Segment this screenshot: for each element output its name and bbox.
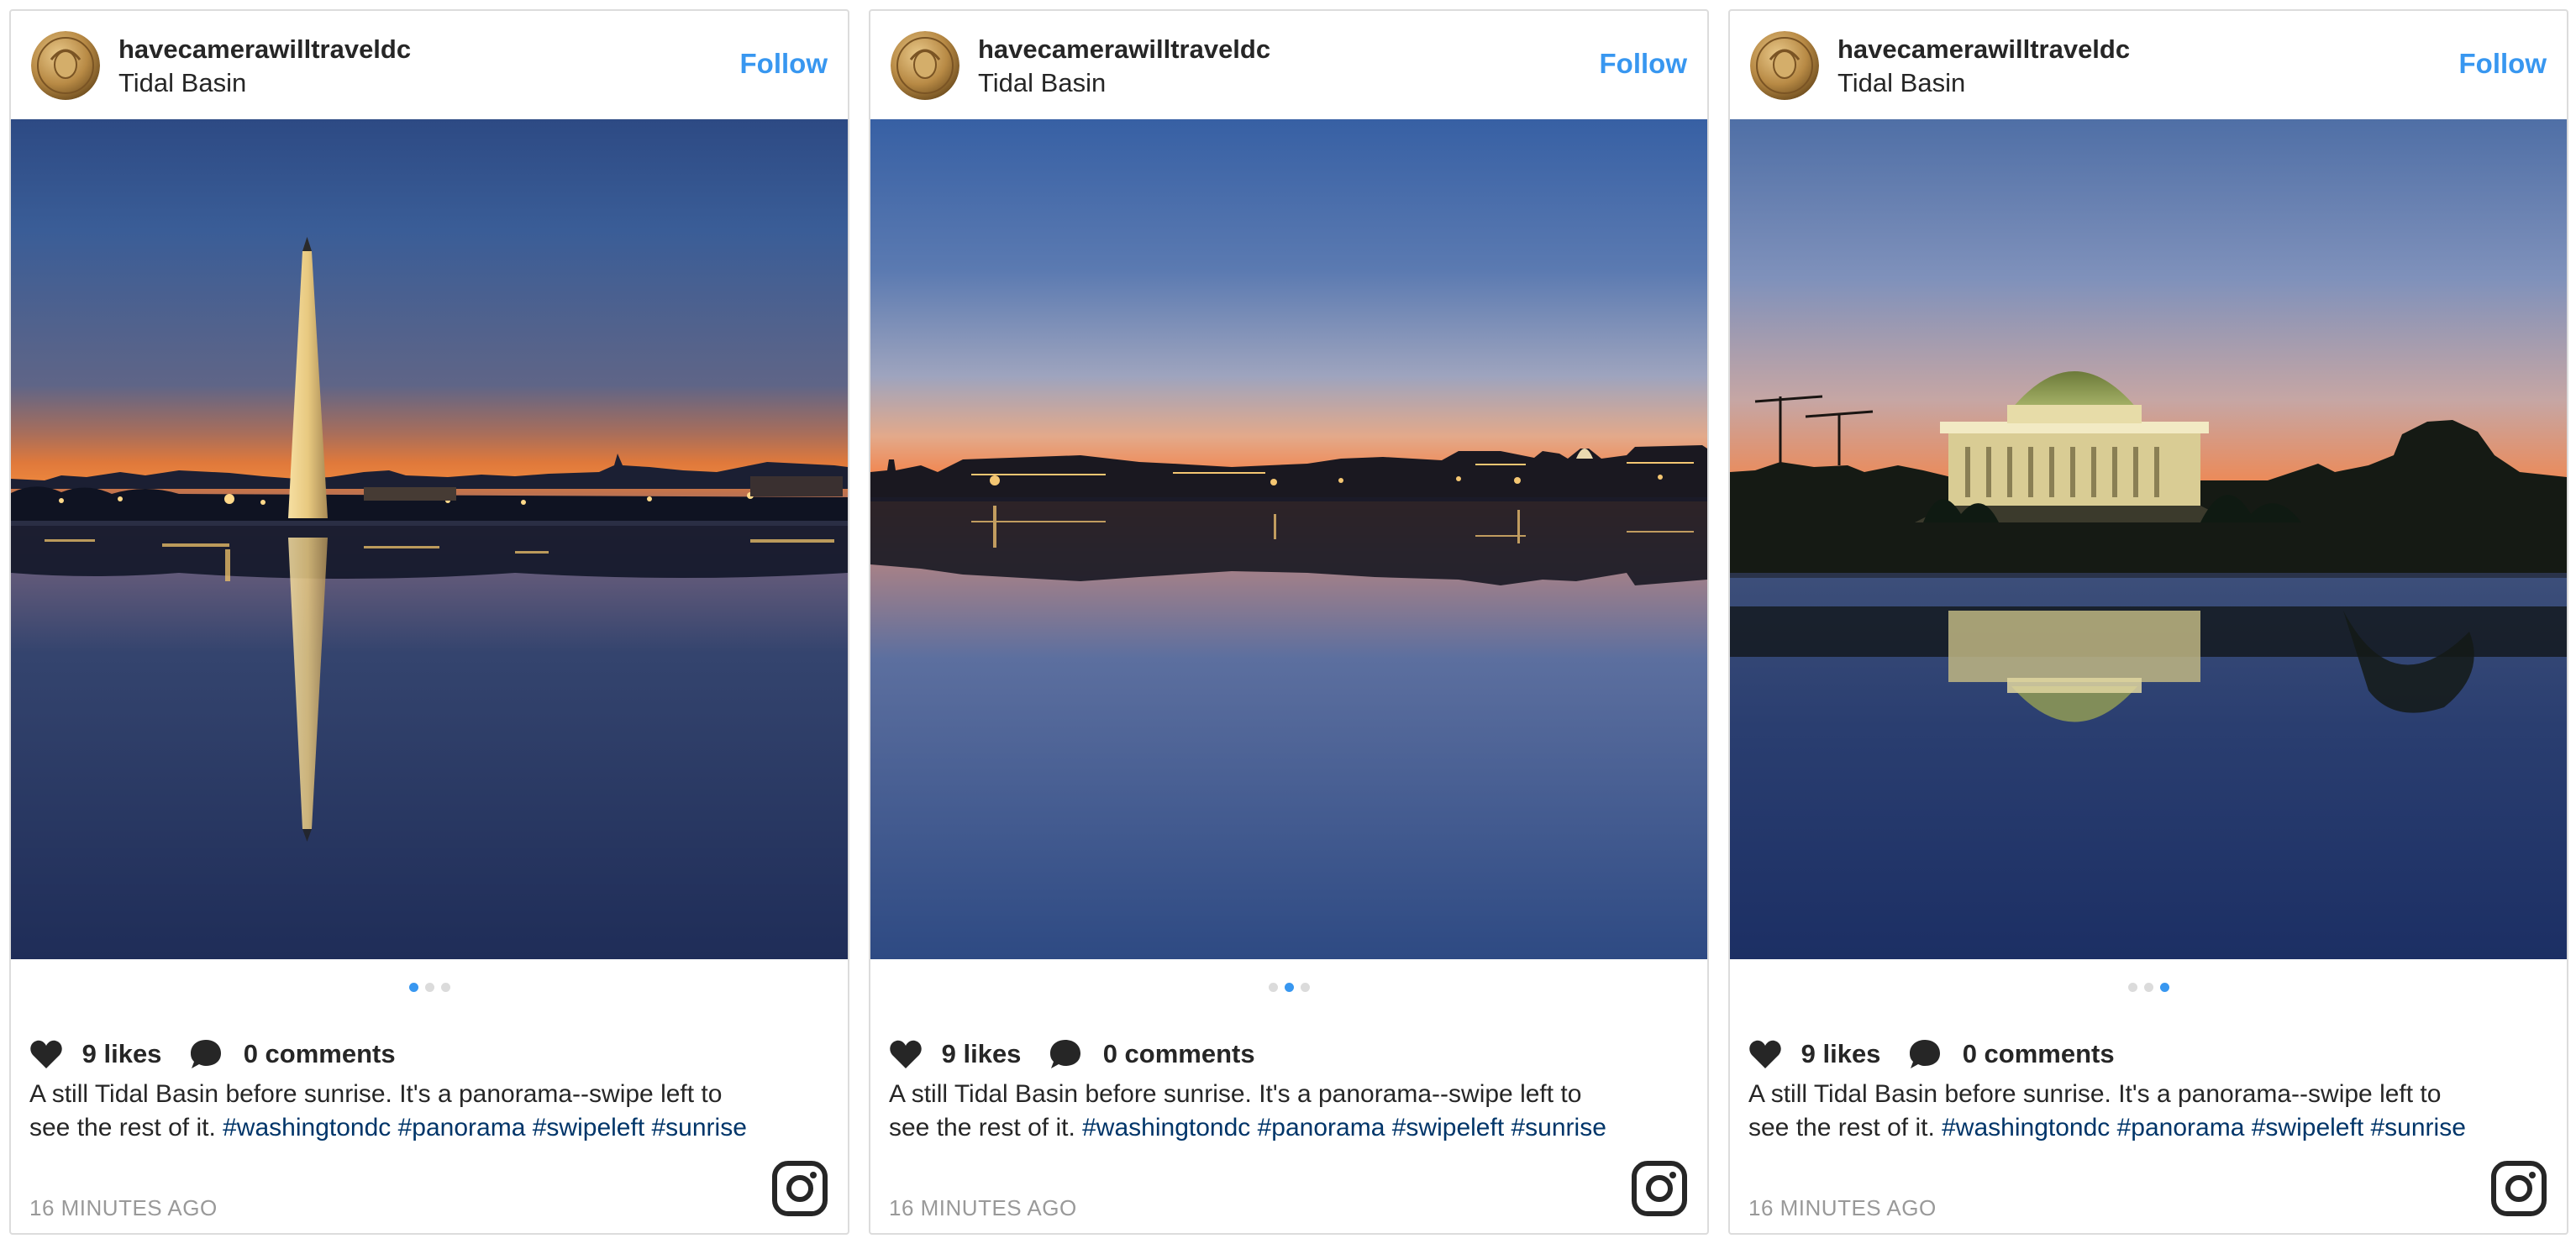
instagram-logo-icon[interactable] bbox=[2491, 1161, 2547, 1216]
likes-count[interactable]: 9 likes bbox=[82, 1039, 162, 1069]
follow-button[interactable]: Follow bbox=[740, 48, 828, 80]
hashtag-link[interactable]: #panorama bbox=[2117, 1114, 2245, 1141]
avatar[interactable] bbox=[891, 31, 959, 100]
post-header: havecamerawilltraveldc Tidal Basin Follo… bbox=[870, 11, 1707, 120]
carousel-dot[interactable] bbox=[2127, 983, 2137, 992]
likes-count[interactable]: 9 likes bbox=[1801, 1039, 1881, 1069]
post-caption: A still Tidal Basin before sunrise. It's… bbox=[1748, 1078, 2471, 1145]
comments-count[interactable]: 0 comments bbox=[244, 1039, 396, 1069]
hashtag-link[interactable]: #washingtondc bbox=[223, 1114, 391, 1141]
carousel-dot[interactable] bbox=[1300, 983, 1310, 992]
post-header: havecamerawilltraveldc Tidal Basin Follo… bbox=[11, 11, 848, 120]
hashtag-link[interactable]: #sunrise bbox=[1511, 1114, 1606, 1141]
post-header: havecamerawilltraveldc Tidal Basin Follo… bbox=[1730, 11, 2567, 120]
engagement-stats: 9 likes 0 comments bbox=[29, 1037, 396, 1076]
hashtag-link[interactable]: #washingtondc bbox=[1082, 1114, 1250, 1141]
carousel-indicator bbox=[1730, 983, 2567, 992]
speech-bubble-icon[interactable] bbox=[1908, 1038, 1942, 1070]
username[interactable]: havecamerawilltraveldc bbox=[1837, 34, 2130, 65]
hashtag-link[interactable]: #sunrise bbox=[2371, 1114, 2466, 1141]
post-timestamp[interactable]: 16 MINUTES AGO bbox=[889, 1195, 1077, 1221]
likes-count[interactable]: 9 likes bbox=[942, 1039, 1022, 1069]
engagement-stats: 9 likes 0 comments bbox=[1748, 1037, 2115, 1076]
post-timestamp[interactable]: 16 MINUTES AGO bbox=[1748, 1195, 1937, 1221]
location[interactable]: Tidal Basin bbox=[118, 68, 246, 98]
follow-button[interactable]: Follow bbox=[1600, 48, 1687, 80]
carousel-dot[interactable] bbox=[424, 983, 434, 992]
hashtag-link[interactable]: #panorama bbox=[1258, 1114, 1385, 1141]
avatar[interactable] bbox=[31, 31, 100, 100]
follow-button[interactable]: Follow bbox=[2459, 48, 2547, 80]
carousel-indicator bbox=[11, 983, 848, 992]
username[interactable]: havecamerawilltraveldc bbox=[978, 34, 1270, 65]
carousel-dot[interactable] bbox=[2159, 983, 2169, 992]
carousel-dot[interactable] bbox=[1284, 983, 1294, 992]
speech-bubble-icon[interactable] bbox=[189, 1038, 223, 1070]
heart-icon[interactable] bbox=[29, 1039, 63, 1069]
heart-icon[interactable] bbox=[889, 1039, 923, 1069]
heart-icon[interactable] bbox=[1748, 1039, 1782, 1069]
post-card: havecamerawilltraveldc Tidal Basin Follo… bbox=[9, 9, 849, 1235]
post-photo[interactable] bbox=[11, 119, 848, 959]
comments-count[interactable]: 0 comments bbox=[1103, 1039, 1255, 1069]
instagram-logo-icon[interactable] bbox=[772, 1161, 828, 1216]
hashtag-link[interactable]: #swipeleft bbox=[533, 1114, 644, 1141]
post-photo[interactable] bbox=[1730, 119, 2567, 959]
carousel-dot[interactable] bbox=[2143, 983, 2153, 992]
post-photo[interactable] bbox=[870, 119, 1707, 959]
location[interactable]: Tidal Basin bbox=[1837, 68, 1965, 98]
post-card: havecamerawilltraveldc Tidal Basin Follo… bbox=[869, 9, 1709, 1235]
post-caption: A still Tidal Basin before sunrise. It's… bbox=[889, 1078, 1611, 1145]
instagram-logo-icon[interactable] bbox=[1632, 1161, 1687, 1216]
location[interactable]: Tidal Basin bbox=[978, 68, 1106, 98]
hashtag-link[interactable]: #swipeleft bbox=[1392, 1114, 1504, 1141]
carousel-indicator bbox=[870, 983, 1707, 992]
carousel-dot[interactable] bbox=[408, 983, 418, 992]
hashtag-link[interactable]: #swipeleft bbox=[2252, 1114, 2363, 1141]
engagement-stats: 9 likes 0 comments bbox=[889, 1037, 1255, 1076]
username[interactable]: havecamerawilltraveldc bbox=[118, 34, 411, 65]
avatar[interactable] bbox=[1750, 31, 1819, 100]
post-timestamp[interactable]: 16 MINUTES AGO bbox=[29, 1195, 218, 1221]
carousel-dot[interactable] bbox=[440, 983, 450, 992]
post-caption: A still Tidal Basin before sunrise. It's… bbox=[29, 1078, 752, 1145]
hashtag-link[interactable]: #washingtondc bbox=[1942, 1114, 2110, 1141]
carousel-dot[interactable] bbox=[1268, 983, 1278, 992]
post-card: havecamerawilltraveldc Tidal Basin Follo… bbox=[1728, 9, 2568, 1235]
comments-count[interactable]: 0 comments bbox=[1963, 1039, 2115, 1069]
hashtag-link[interactable]: #panorama bbox=[398, 1114, 526, 1141]
speech-bubble-icon[interactable] bbox=[1049, 1038, 1082, 1070]
hashtag-link[interactable]: #sunrise bbox=[652, 1114, 747, 1141]
